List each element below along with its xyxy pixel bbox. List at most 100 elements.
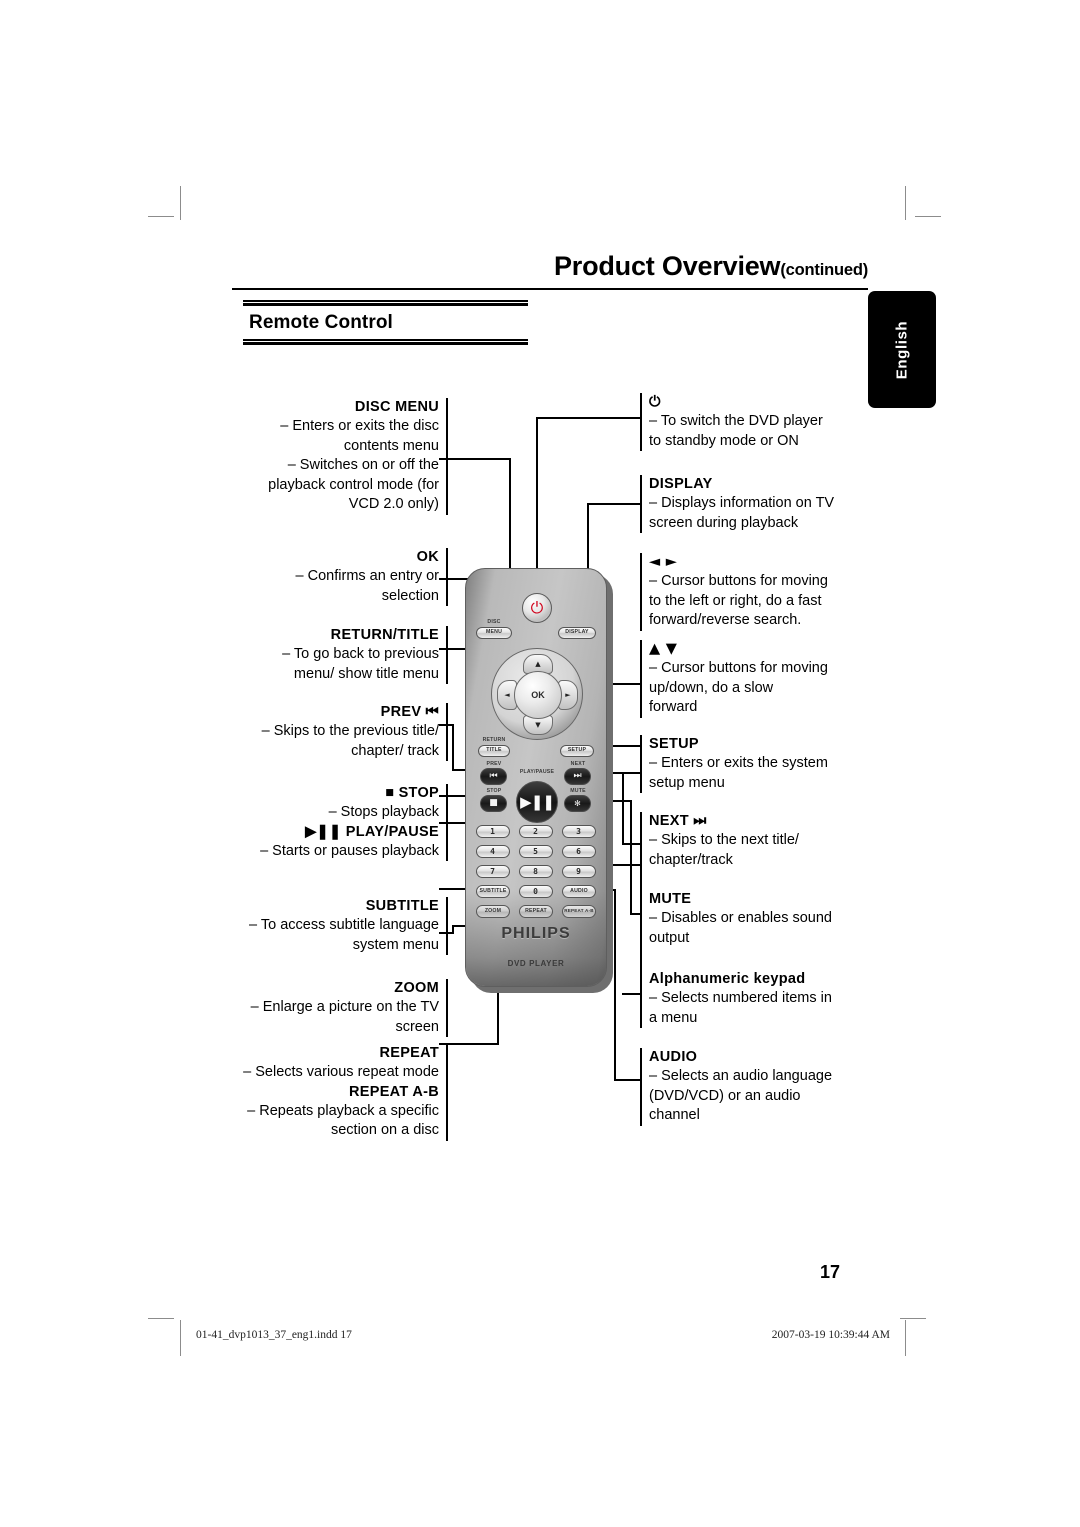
power-icon: ⏻ bbox=[530, 598, 544, 617]
setup-button[interactable]: SETUP bbox=[560, 745, 594, 757]
callout-line: – Switches on or off the bbox=[287, 457, 439, 473]
callout-display: DISPLAY – Displays information on TV scr… bbox=[640, 475, 879, 533]
stop-label: STOP bbox=[486, 788, 502, 794]
callout-cursor-vertical: ▲ ▼ – Cursor buttons for moving up/down,… bbox=[640, 640, 879, 718]
keypad-button-1[interactable]: 1 bbox=[476, 825, 510, 838]
leader-audio-horizontal-2 bbox=[614, 1079, 640, 1081]
disc-menu-button[interactable]: MENU bbox=[476, 627, 512, 639]
keypad-button-7[interactable]: 7 bbox=[476, 865, 510, 878]
callout-line: – Cursor buttons for moving bbox=[649, 573, 828, 589]
callout-zoom: ZOOM – Enlarge a picture on the TV scree… bbox=[239, 979, 448, 1037]
callout-line: – Disables or enables sound bbox=[649, 910, 832, 926]
keypad-button-8[interactable]: 8 bbox=[519, 865, 553, 878]
prev-label: PREV bbox=[486, 761, 502, 767]
callout-line: – Stops playback bbox=[328, 804, 439, 820]
callout-line: a menu bbox=[649, 1009, 698, 1026]
language-tab: English bbox=[868, 291, 936, 408]
callout-line: playback control mode (for bbox=[268, 476, 439, 493]
remote-control-illustration: DISC MENU ⏻ DISPLAY ▲ ▼ ◄ ► OK RETURN TI… bbox=[465, 568, 613, 993]
callout-heading: SETUP bbox=[649, 736, 699, 752]
callout-line: – To access subtitle language bbox=[249, 917, 439, 933]
keypad-button-5[interactable]: 5 bbox=[519, 845, 553, 858]
callout-line: – Selects various repeat mode bbox=[243, 1064, 439, 1080]
leader-repeat-vertical bbox=[452, 926, 454, 934]
callout-heading: OK bbox=[416, 549, 439, 565]
callout-line: – Skips to the next title/ bbox=[649, 832, 799, 848]
callout-line: – To switch the DVD player bbox=[649, 413, 823, 429]
keypad-button-2[interactable]: 2 bbox=[519, 825, 553, 838]
footer-crop-mark-right bbox=[900, 1318, 926, 1319]
callout-line: – Confirms an entry or bbox=[295, 568, 439, 584]
keypad-button-4[interactable]: 4 bbox=[476, 845, 510, 858]
callout-line: forward/reverse search. bbox=[649, 612, 802, 628]
section-rule-bottom-thin bbox=[243, 339, 528, 341]
display-button[interactable]: DISPLAY bbox=[558, 627, 596, 639]
ok-button[interactable]: OK bbox=[514, 671, 562, 719]
callout-disc-menu: DISC MENU – Enters or exits the disc con… bbox=[239, 398, 448, 515]
callout-power: ⏻ – To switch the DVD player to standby … bbox=[640, 393, 879, 451]
page-number: 17 bbox=[820, 1262, 841, 1282]
keypad-button-9[interactable]: 9 bbox=[562, 865, 596, 878]
leader-display-horizontal bbox=[588, 503, 640, 505]
callout-line: section on a disc bbox=[330, 1122, 439, 1138]
callout-prev: PREV ⏮ – Skips to the previous title/ ch… bbox=[239, 703, 448, 761]
callout-audio: AUDIO – Selects an audio language (DVD/V… bbox=[640, 1048, 879, 1126]
language-tab-label: English bbox=[893, 320, 911, 379]
callout-heading: ⏻ bbox=[649, 394, 661, 410]
callout-line: VCD 2.0 only) bbox=[348, 496, 439, 512]
leader-keypad-horizontal-2 bbox=[622, 993, 642, 995]
callout-line: – Enters or exits the disc bbox=[280, 418, 439, 434]
callout-line: – Displays information on TV bbox=[649, 495, 835, 511]
callout-heading: SUBTITLE bbox=[365, 898, 439, 914]
callout-stop: ■ STOP – Stops playback ▶❚❚ PLAY/PAUSE –… bbox=[239, 784, 448, 861]
callout-heading: REPEAT A-B bbox=[349, 1083, 439, 1100]
page-title-main: Product Overview bbox=[553, 251, 781, 281]
callout-setup: SETUP – Enters or exits the system setup… bbox=[640, 735, 879, 793]
crop-mark-top-right-vertical bbox=[905, 186, 906, 220]
callout-heading: ■ STOP bbox=[385, 785, 439, 801]
callout-heading: PREV ⏮ bbox=[380, 704, 439, 720]
callout-heading: DISC MENU bbox=[354, 399, 439, 415]
callout-next: NEXT ⏭ – Skips to the next title/ chapte… bbox=[640, 812, 879, 870]
keypad-button-3[interactable]: 3 bbox=[562, 825, 596, 838]
callout-alphanumeric-keypad: Alphanumeric keypad – Selects numbered i… bbox=[640, 970, 879, 1028]
leader-disc-menu-horizontal bbox=[439, 458, 511, 460]
callout-heading: DISPLAY bbox=[649, 476, 713, 492]
callout-line: selection bbox=[381, 587, 439, 604]
callout-line: forward bbox=[649, 699, 698, 715]
callout-heading: REPEAT bbox=[379, 1045, 439, 1061]
title-button[interactable]: TITLE bbox=[478, 745, 510, 757]
callout-line: to the left or right, do a fast bbox=[649, 592, 822, 609]
callout-heading: ZOOM bbox=[394, 980, 439, 996]
callout-line: chapter/track bbox=[649, 851, 733, 868]
next-button[interactable]: ⏭ bbox=[564, 768, 591, 785]
play-pause-button[interactable]: ▶❚❚ bbox=[516, 781, 558, 823]
return-label: RETURN bbox=[482, 737, 506, 743]
callout-line: chapter/ track bbox=[351, 742, 439, 759]
mute-button[interactable]: ✻ bbox=[564, 795, 591, 812]
mute-label: MUTE bbox=[570, 788, 586, 794]
power-button[interactable]: ⏻ bbox=[522, 593, 552, 623]
callout-line: screen bbox=[395, 1018, 439, 1035]
callout-heading: MUTE bbox=[649, 891, 692, 907]
leader-keypad-vertical bbox=[640, 864, 642, 994]
keypad-button-6[interactable]: 6 bbox=[562, 845, 596, 858]
prev-button[interactable]: ⏮ bbox=[480, 768, 507, 785]
leader-next-vertical bbox=[622, 772, 624, 845]
footer-crop-mark-left bbox=[148, 1318, 174, 1319]
leader-audio-vertical bbox=[614, 889, 616, 1081]
next-label: NEXT bbox=[570, 761, 586, 767]
callout-subtitle: SUBTITLE – To access subtitle language s… bbox=[239, 897, 448, 955]
callout-heading: ▶❚❚ PLAY/PAUSE bbox=[305, 823, 439, 840]
callout-line: – To go back to previous bbox=[282, 646, 439, 662]
section-heading-block: Remote Control bbox=[243, 300, 528, 345]
callout-heading: RETURN/TITLE bbox=[330, 627, 439, 643]
navigation-ring: ▲ ▼ ◄ ► OK bbox=[491, 648, 583, 740]
stop-button[interactable]: ■ bbox=[480, 795, 507, 812]
section-rule-top-thin bbox=[243, 300, 528, 302]
crop-mark-top-left-horizontal bbox=[148, 216, 174, 217]
page-title-continued: (continued) bbox=[780, 261, 868, 279]
callout-line: – Enters or exits the system bbox=[649, 755, 828, 771]
callout-line: up/down, do a slow bbox=[649, 679, 774, 696]
callout-line: – Cursor buttons for moving bbox=[649, 660, 828, 676]
